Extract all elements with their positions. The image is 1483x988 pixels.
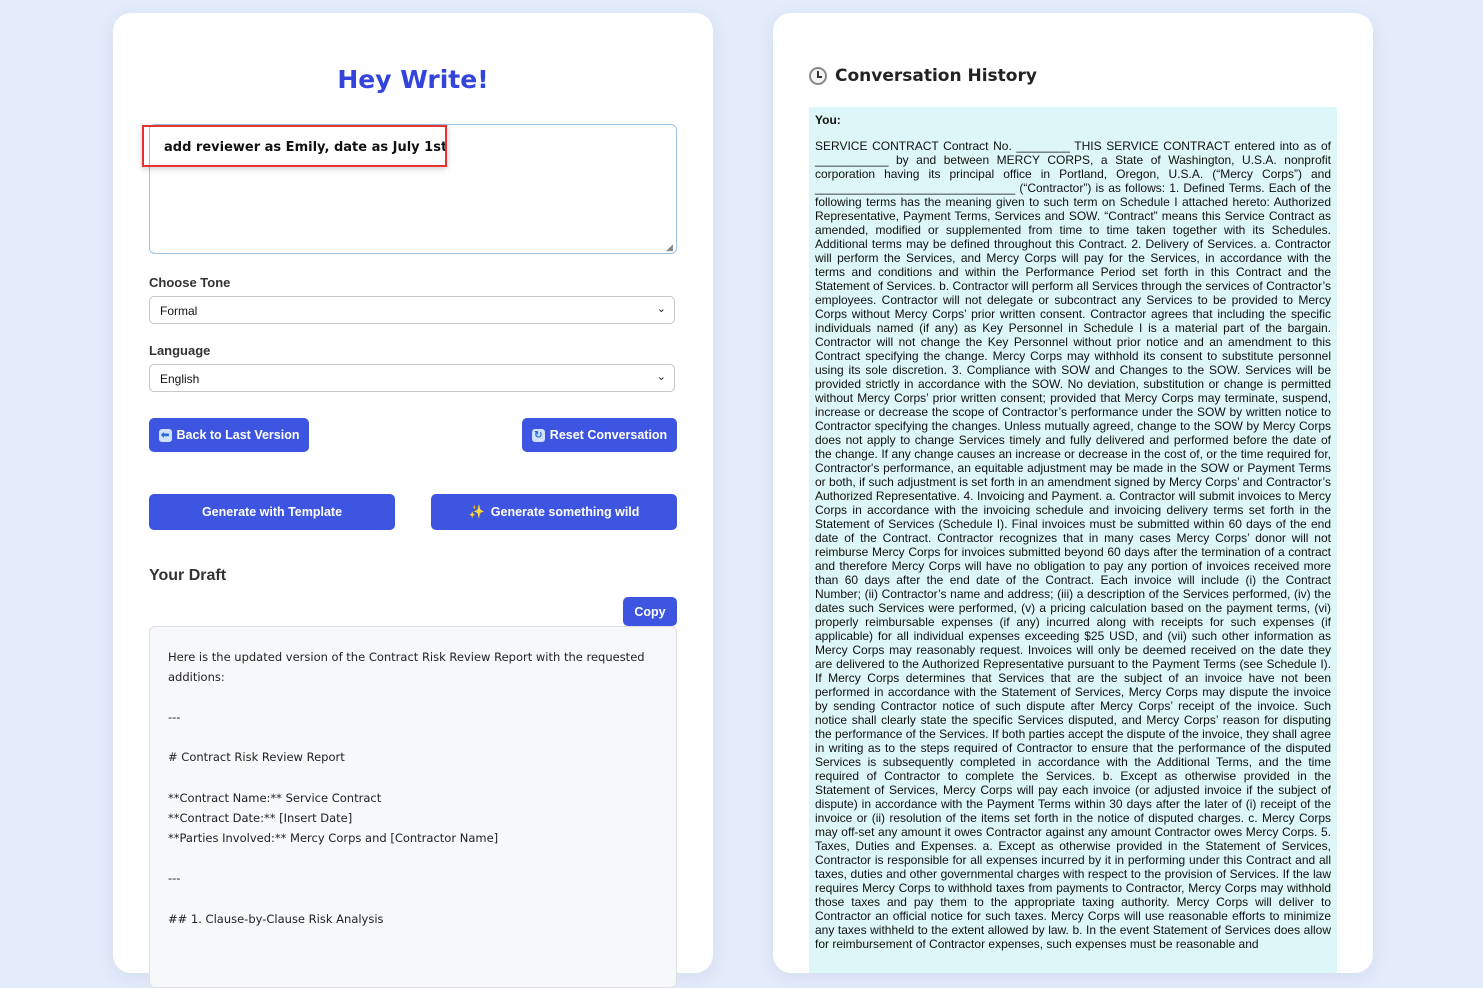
- chevron-down-icon: ⌄: [656, 303, 666, 315]
- chevron-down-icon: ⌄: [656, 371, 666, 383]
- app-title: Hey Write!: [337, 65, 489, 94]
- back-button-label: Back to Last Version: [176, 428, 300, 442]
- draft-line: ---: [168, 710, 181, 724]
- sparkles-icon: ✨: [468, 504, 485, 519]
- language-label: Language: [149, 343, 211, 358]
- copy-button[interactable]: Copy: [623, 597, 677, 626]
- generate-something-wild-button[interactable]: ✨ Generate something wild: [431, 494, 677, 530]
- history-message: You: SERVICE CONTRACT Contract No. _____…: [809, 107, 1337, 973]
- reset-button-label: Reset Conversation: [549, 428, 668, 442]
- reset-conversation-button[interactable]: ↻ Reset Conversation: [522, 418, 677, 452]
- language-select-value: English: [160, 372, 200, 386]
- history-panel: Conversation History You: SERVICE CONTRA…: [773, 13, 1373, 973]
- draft-title: Your Draft: [149, 567, 227, 584]
- draft-line: # Contract Risk Review Report: [168, 750, 345, 764]
- wild-button-label: Generate something wild: [490, 505, 640, 519]
- history-title: Conversation History: [809, 66, 1037, 86]
- resize-handle-icon[interactable]: ◢: [666, 243, 673, 252]
- annotation-highlight: [142, 125, 447, 167]
- draft-output: Here is the updated version of the Contr…: [149, 626, 677, 988]
- history-title-text: Conversation History: [835, 66, 1037, 86]
- back-to-last-version-button[interactable]: ⬅ Back to Last Version: [149, 418, 309, 452]
- back-arrow-icon: ⬅: [158, 428, 172, 442]
- draft-line: Here is the updated version of the Contr…: [168, 650, 645, 664]
- history-speaker: You:: [815, 113, 841, 127]
- tone-select-value: Formal: [160, 304, 198, 318]
- editor-panel: Hey Write! add reviewer as Emily, date a…: [113, 13, 713, 988]
- draft-line: ## 1. Clause-by-Clause Risk Analysis: [168, 912, 384, 926]
- history-message-text: SERVICE CONTRACT Contract No. ________ T…: [815, 139, 1331, 951]
- copy-button-label: Copy: [634, 604, 666, 619]
- draft-line: additions:: [168, 670, 225, 684]
- draft-line: ---: [168, 871, 181, 885]
- draft-line: **Parties Involved:** Mercy Corps and [C…: [168, 831, 499, 845]
- tone-select[interactable]: Formal ⌄: [149, 296, 675, 324]
- refresh-icon: ↻: [531, 428, 545, 442]
- clock-icon: [809, 67, 827, 85]
- language-select[interactable]: English ⌄: [149, 364, 675, 392]
- generate-with-template-button[interactable]: Generate with Template: [149, 494, 395, 530]
- draft-line: **Contract Name:** Service Contract: [168, 791, 382, 805]
- tone-label: Choose Tone: [149, 275, 231, 290]
- draft-line: **Contract Date:** [Insert Date]: [168, 811, 353, 825]
- template-button-label: Generate with Template: [201, 505, 343, 519]
